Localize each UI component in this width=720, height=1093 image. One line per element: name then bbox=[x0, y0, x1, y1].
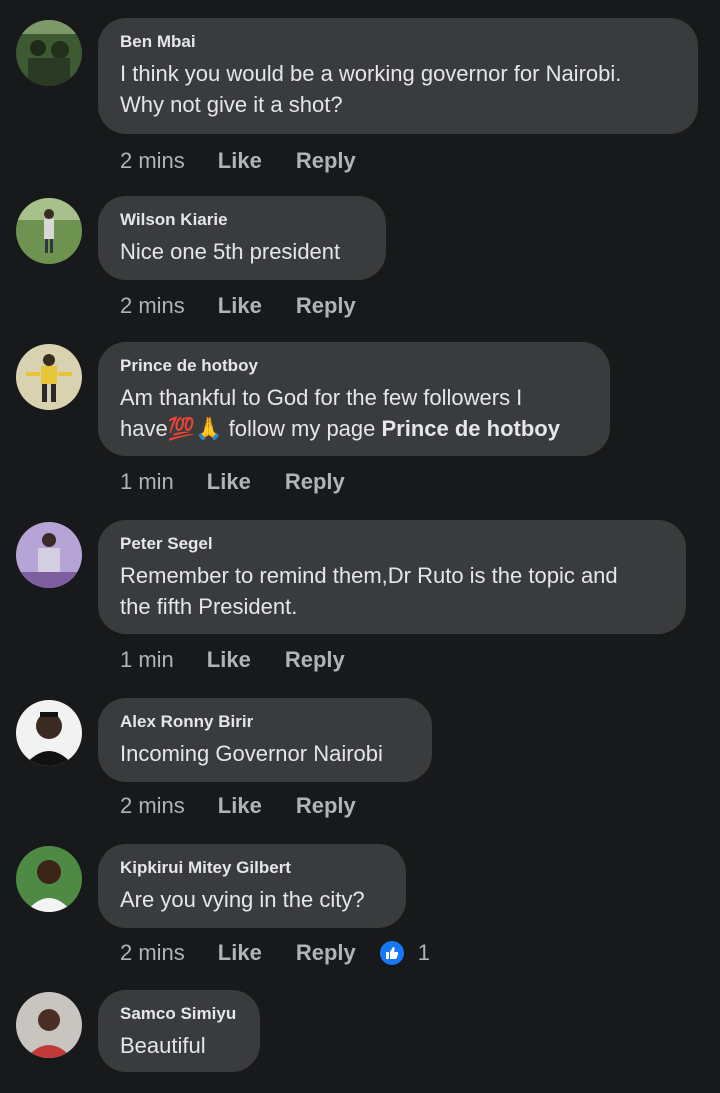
like-button[interactable]: Like bbox=[207, 647, 251, 673]
comment-bubble[interactable]: Samco Simiyu Beautiful bbox=[98, 990, 260, 1072]
comment-text: Beautiful bbox=[120, 1033, 206, 1058]
comment-bubble[interactable]: Wilson Kiarie Nice one 5th president bbox=[98, 196, 386, 280]
comment-time[interactable]: 2 mins bbox=[120, 148, 185, 174]
comment-text: Are you vying in the city? bbox=[120, 887, 365, 912]
comment-actions: 2 mins Like Reply bbox=[120, 148, 378, 174]
comment-time[interactable]: 1 min bbox=[120, 469, 174, 495]
comment-time[interactable]: 2 mins bbox=[120, 793, 185, 819]
comment-text: Am thankful to God for the few followers… bbox=[120, 385, 560, 441]
comment-author[interactable]: Ben Mbai bbox=[120, 32, 676, 52]
reply-button[interactable]: Reply bbox=[296, 148, 356, 174]
reply-button[interactable]: Reply bbox=[296, 293, 356, 319]
comment-text: Remember to remind them,Dr Ruto is the t… bbox=[120, 563, 618, 619]
like-button[interactable]: Like bbox=[218, 793, 262, 819]
comment-author[interactable]: Wilson Kiarie bbox=[120, 210, 364, 230]
avatar[interactable] bbox=[16, 344, 82, 410]
reply-button[interactable]: Reply bbox=[296, 940, 356, 966]
reply-button[interactable]: Reply bbox=[285, 469, 345, 495]
comment-text: Incoming Governor Nairobi bbox=[120, 741, 383, 766]
reaction-summary[interactable]: 1 bbox=[377, 939, 430, 967]
comment-actions: 1 min Like Reply bbox=[120, 469, 367, 495]
comment-author[interactable]: Samco Simiyu bbox=[120, 1004, 238, 1024]
folded-hands-icon: 🙏 bbox=[195, 416, 223, 441]
comment-time[interactable]: 2 mins bbox=[120, 940, 185, 966]
comment-text: I think you would be a working governor … bbox=[120, 61, 622, 117]
comment-bubble[interactable]: Peter Segel Remember to remind them,Dr R… bbox=[98, 520, 686, 634]
comment-author[interactable]: Peter Segel bbox=[120, 534, 664, 554]
mention-link[interactable]: Prince de hotboy bbox=[382, 416, 560, 441]
avatar[interactable] bbox=[16, 992, 82, 1058]
comment-bubble[interactable]: Alex Ronny Birir Incoming Governor Nairo… bbox=[98, 698, 432, 782]
avatar[interactable] bbox=[16, 20, 82, 86]
reply-button[interactable]: Reply bbox=[285, 647, 345, 673]
like-button[interactable]: Like bbox=[207, 469, 251, 495]
avatar[interactable] bbox=[16, 522, 82, 588]
reply-button[interactable]: Reply bbox=[296, 793, 356, 819]
thumbs-up-icon bbox=[377, 939, 406, 967]
comment-bubble[interactable]: Prince de hotboy Am thankful to God for … bbox=[98, 342, 610, 456]
avatar[interactable] bbox=[16, 700, 82, 766]
comment-author[interactable]: Kipkirui Mitey Gilbert bbox=[120, 858, 384, 878]
comment-author[interactable]: Prince de hotboy bbox=[120, 356, 588, 376]
reaction-count: 1 bbox=[417, 940, 430, 965]
comment-bubble[interactable]: Ben Mbai I think you would be a working … bbox=[98, 18, 698, 134]
like-button[interactable]: Like bbox=[218, 940, 262, 966]
like-button[interactable]: Like bbox=[218, 293, 262, 319]
avatar[interactable] bbox=[16, 198, 82, 264]
comment-actions: 1 min Like Reply bbox=[120, 647, 367, 673]
avatar[interactable] bbox=[16, 846, 82, 912]
comment-text: Nice one 5th president bbox=[120, 239, 341, 264]
like-button[interactable]: Like bbox=[218, 148, 262, 174]
comment-time[interactable]: 1 min bbox=[120, 647, 174, 673]
comment-bubble[interactable]: Kipkirui Mitey Gilbert Are you vying in … bbox=[98, 844, 406, 928]
comment-actions: 2 mins Like Reply bbox=[120, 293, 378, 319]
comment-actions: 2 mins Like Reply bbox=[120, 793, 378, 819]
hundred-points-icon: 💯 bbox=[167, 416, 196, 441]
comment-author[interactable]: Alex Ronny Birir bbox=[120, 712, 410, 732]
comment-actions: 2 mins Like Reply 1 bbox=[120, 939, 430, 967]
comment-time[interactable]: 2 mins bbox=[120, 293, 185, 319]
